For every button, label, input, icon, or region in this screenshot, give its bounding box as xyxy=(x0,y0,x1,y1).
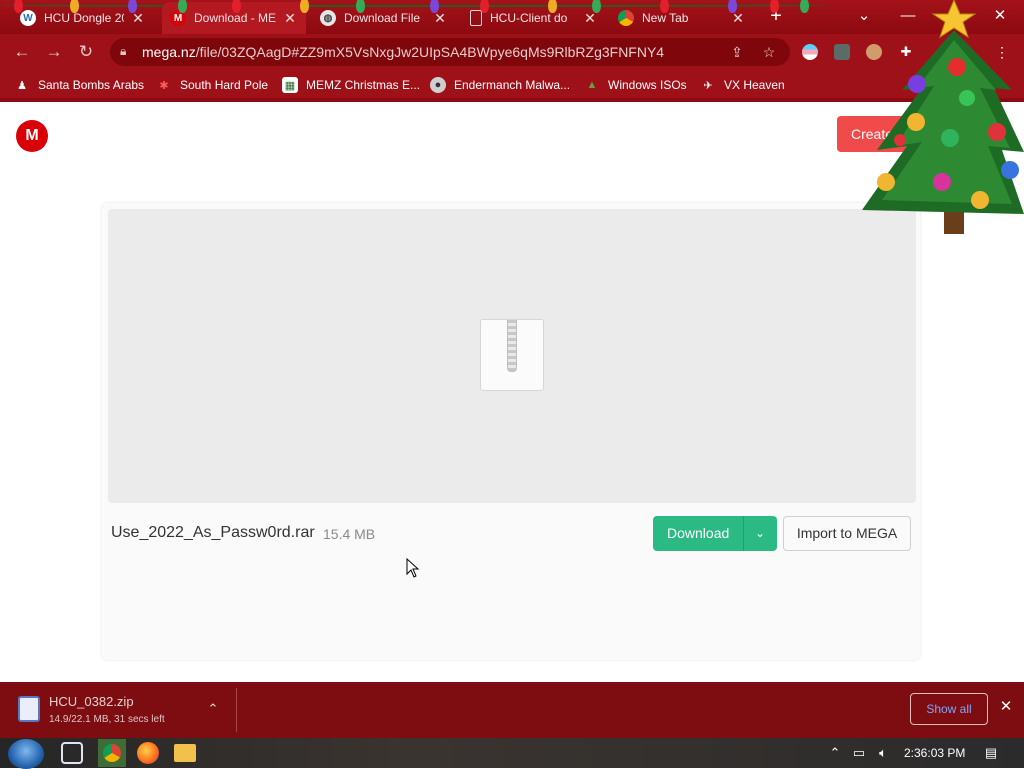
chrome-icon xyxy=(618,10,634,26)
globe-icon: ◍ xyxy=(320,10,336,26)
download-button-label: Download xyxy=(667,525,730,541)
extension-flag-icon[interactable] xyxy=(802,44,818,60)
archive-file-icon xyxy=(480,319,544,391)
url-host: mega.nz xyxy=(142,44,196,60)
christmas-bulb-icon xyxy=(356,0,365,13)
christmas-bulb-icon xyxy=(232,0,241,13)
tab-title: New Tab xyxy=(642,11,689,25)
chevron-down-icon[interactable]: ⌄ xyxy=(751,524,769,542)
chevron-up-icon[interactable]: ⌃ xyxy=(826,744,844,762)
santa-icon: ♟ xyxy=(17,79,27,92)
reload-icon[interactable]: ↻ xyxy=(74,41,98,63)
christmas-bulb-icon xyxy=(660,0,669,13)
share-icon[interactable]: ⇪ xyxy=(728,43,746,61)
close-icon[interactable]: ✕ xyxy=(282,10,298,27)
bookmark-label: Windows ISOs xyxy=(608,78,687,92)
memz-icon: ▦ xyxy=(282,77,298,93)
christmas-bulb-icon xyxy=(592,0,601,13)
christmas-bulb-icon xyxy=(300,0,309,13)
christmas-bulb-icon xyxy=(548,0,557,13)
network-icon[interactable]: ▭ xyxy=(850,744,868,762)
mega-logo[interactable]: M xyxy=(16,120,48,152)
extension-s-icon[interactable] xyxy=(834,44,850,60)
file-icon xyxy=(470,10,482,26)
download-file-name[interactable]: HCU_0382.zip xyxy=(49,694,134,709)
zipper-icon xyxy=(507,320,517,372)
chrome-taskbar-button[interactable] xyxy=(98,739,126,767)
download-status: 14.9/22.1 MB, 31 secs left xyxy=(49,714,165,725)
tab-title: Download - MEGA xyxy=(194,11,276,25)
file-preview xyxy=(108,209,916,503)
christmas-bulb-icon xyxy=(14,0,23,13)
bookmark-label: VX Heaven xyxy=(724,78,785,92)
bookmark-star-icon[interactable]: ☆ xyxy=(760,43,778,61)
raccoon-icon: ● xyxy=(430,77,446,93)
vx-icon: ✈ xyxy=(703,79,713,92)
bookmark-label: Santa Bombs Arabs xyxy=(38,78,145,92)
christmas-bulb-icon xyxy=(728,0,737,13)
tree-icon: ▲ xyxy=(586,79,598,91)
christmas-tree-icon xyxy=(862,0,1024,234)
christmas-bulb-icon xyxy=(800,0,809,13)
download-button[interactable]: Download ⌄ xyxy=(653,516,777,551)
clock[interactable]: 2:36:03 PM xyxy=(904,746,965,760)
button-divider xyxy=(743,516,744,551)
taskbar: ⌃ ▭ 🔈︎ 2:36:03 PM ▤ xyxy=(0,738,1024,769)
file-size: 15.4 MB xyxy=(323,526,376,542)
christmas-bulb-icon xyxy=(480,0,489,13)
import-to-mega-button[interactable]: Import to MEGA xyxy=(783,516,911,551)
downloads-bar: HCU_0382.zip 14.9/22.1 MB, 31 secs left … xyxy=(0,682,1024,738)
mouse-cursor-icon xyxy=(406,558,420,578)
snowflake-icon: ✱ xyxy=(159,79,169,92)
firefox-icon[interactable] xyxy=(137,742,159,764)
notifications-icon[interactable]: ▤ xyxy=(982,744,1000,762)
show-all-button[interactable]: Show all xyxy=(910,693,988,725)
forward-icon[interactable]: → xyxy=(42,41,66,63)
chrome-icon xyxy=(103,744,121,762)
bookmark-label: Endermanch Malwa... xyxy=(454,78,571,92)
tab-title: HCU Dongle 20 xyxy=(44,11,124,25)
bookmark-endermanch[interactable]: ● Endermanch Malwa... xyxy=(430,76,570,94)
bookmark-label: MEMZ Christmas E... xyxy=(306,78,421,92)
bookmark-label: South Hard Pole xyxy=(180,78,269,92)
task-view-icon[interactable] xyxy=(61,742,83,764)
bookmark-windows-isos[interactable]: ▲ Windows ISOs xyxy=(584,76,687,94)
file-name: Use_2022_As_Passw0rd.rar xyxy=(111,524,315,541)
back-icon[interactable]: ← xyxy=(10,41,34,63)
christmas-bulb-icon xyxy=(178,0,187,13)
chevron-up-icon[interactable]: ⌃ xyxy=(204,700,222,718)
lock-icon: 🔒︎ xyxy=(120,44,127,58)
tab-title: Download File xyxy=(344,11,421,25)
zip-file-icon xyxy=(18,696,40,722)
bookmark-santa-bombs-arabs[interactable]: ♟ Santa Bombs Arabs xyxy=(14,76,144,94)
christmas-bulb-icon xyxy=(770,0,779,13)
file-explorer-icon[interactable] xyxy=(174,744,196,762)
url-path: /file/03ZQAagD#ZZ9mX5VsNxgJw2UIpSA4BWpye… xyxy=(195,44,665,60)
volume-icon[interactable]: 🔈︎ xyxy=(874,744,892,762)
christmas-bulb-icon xyxy=(70,0,79,13)
tab-title: HCU-Client do xyxy=(490,11,568,25)
start-button[interactable] xyxy=(8,739,44,769)
bookmark-south-hard-pole[interactable]: ✱ South Hard Pole xyxy=(156,76,268,94)
christmas-bulb-icon xyxy=(430,0,439,13)
file-card: Use_2022_As_Passw0rd.rar 15.4 MB Downloa… xyxy=(102,203,920,660)
divider xyxy=(236,688,237,732)
bookmark-vx-heaven[interactable]: ✈ VX Heaven xyxy=(700,76,785,94)
bookmark-memz-christmas[interactable]: ▦ MEMZ Christmas E... xyxy=(282,76,420,94)
christmas-bulb-icon xyxy=(128,0,137,13)
close-icon[interactable]: ✕ xyxy=(998,699,1014,715)
address-bar[interactable]: 🔒︎ mega.nz/file/03ZQAagD#ZZ9mX5VsNxgJw2U… xyxy=(110,38,790,66)
address-url[interactable]: mega.nz/file/03ZQAagD#ZZ9mX5VsNxgJw2UIpS… xyxy=(142,44,664,60)
wordpress-icon: W xyxy=(20,10,36,26)
